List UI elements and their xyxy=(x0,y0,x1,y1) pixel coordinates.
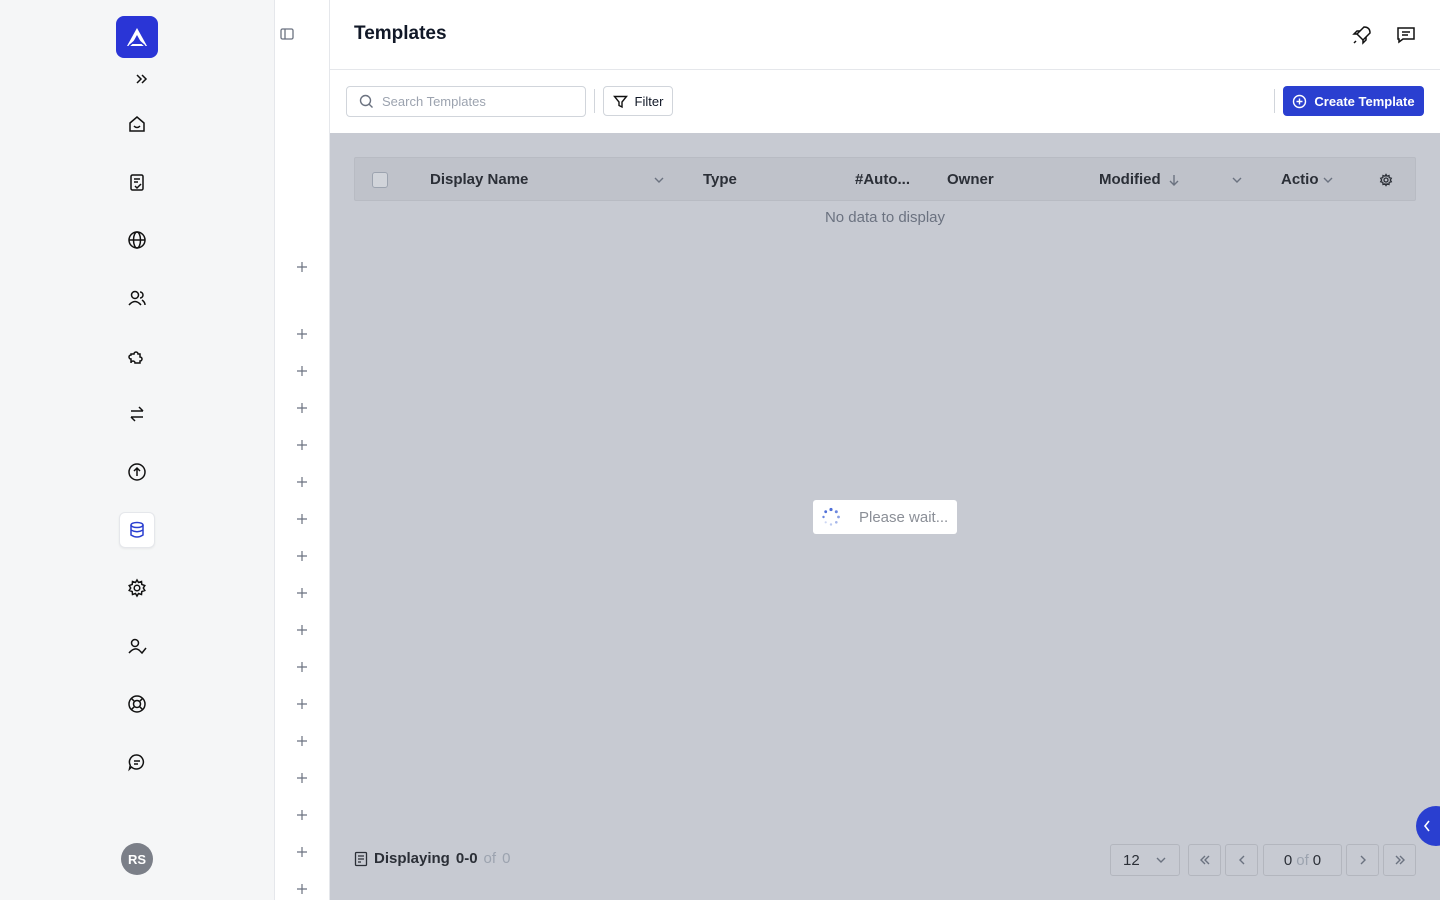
add-icon[interactable] xyxy=(293,399,311,417)
expand-rail-icon[interactable] xyxy=(130,68,152,90)
sort-down-icon[interactable] xyxy=(1168,173,1180,187)
search-box[interactable] xyxy=(346,86,586,117)
table-header: Display Name Type #Auto... Owner Modifie… xyxy=(354,157,1416,201)
add-icon[interactable] xyxy=(293,510,311,528)
next-page-button[interactable] xyxy=(1346,844,1379,876)
loading-indicator: Please wait... xyxy=(813,500,957,534)
content-area: Display Name Type #Auto... Owner Modifie… xyxy=(330,133,1440,900)
displaying-of: of xyxy=(483,850,497,867)
column-owner[interactable]: Owner xyxy=(947,171,994,188)
add-icon[interactable] xyxy=(293,547,311,565)
plus-circle-icon xyxy=(1293,94,1307,108)
prev-page-button[interactable] xyxy=(1225,844,1258,876)
add-icon[interactable] xyxy=(293,732,311,750)
displaying-info: Displaying 0-0 of 0 xyxy=(354,850,510,867)
displaying-range: 0-0 xyxy=(455,850,478,867)
create-template-button[interactable]: Create Template xyxy=(1283,86,1424,116)
displaying-total: 0 xyxy=(502,850,511,867)
divider xyxy=(594,89,595,113)
filter-label: Filter xyxy=(634,93,664,109)
app-logo[interactable] xyxy=(116,16,158,58)
add-icon[interactable] xyxy=(293,258,311,276)
add-icon[interactable] xyxy=(293,325,311,343)
settings-icon[interactable] xyxy=(119,570,155,606)
add-icon[interactable] xyxy=(293,436,311,454)
search-input[interactable] xyxy=(382,94,572,109)
page-total: 0 xyxy=(1312,851,1322,869)
create-template-label: Create Template xyxy=(1314,93,1415,109)
add-icon[interactable] xyxy=(293,621,311,639)
column-settings-icon[interactable] xyxy=(1379,173,1393,187)
page-header: Templates xyxy=(330,0,1440,70)
chevron-left-icon xyxy=(1238,855,1244,865)
filter-button[interactable]: Filter xyxy=(603,86,673,116)
page-size-select[interactable]: 12 xyxy=(1110,844,1180,876)
chevron-left-icon xyxy=(1423,820,1430,832)
divider xyxy=(1274,89,1275,113)
column-auto[interactable]: #Auto... xyxy=(855,171,910,188)
empty-state-text: No data to display xyxy=(824,209,946,226)
tasks-icon[interactable] xyxy=(119,164,155,200)
search-icon xyxy=(359,94,373,108)
upload-icon[interactable] xyxy=(119,454,155,490)
add-icon[interactable] xyxy=(293,584,311,602)
spinner-icon xyxy=(822,507,840,526)
column-display-name[interactable]: Display Name xyxy=(430,171,528,188)
chevron-down-icon[interactable] xyxy=(1231,175,1243,185)
page-indicator: 0 of 0 xyxy=(1263,844,1342,876)
messages-icon[interactable] xyxy=(1394,23,1418,47)
page-title: Templates xyxy=(354,23,447,44)
last-page-button[interactable] xyxy=(1383,844,1416,876)
loading-text: Please wait... xyxy=(859,508,949,526)
column-actions[interactable]: Actio xyxy=(1281,171,1319,188)
globe-icon[interactable] xyxy=(119,222,155,258)
chevron-down-icon xyxy=(1156,857,1166,863)
add-icon[interactable] xyxy=(293,880,311,898)
first-page-button[interactable] xyxy=(1188,844,1221,876)
puzzle-icon[interactable] xyxy=(119,338,155,374)
chat-icon[interactable] xyxy=(119,744,155,780)
user-check-icon[interactable] xyxy=(119,628,155,664)
rocket-icon[interactable] xyxy=(1350,23,1374,47)
add-icon[interactable] xyxy=(293,362,311,380)
toolbar: Filter Create Template xyxy=(330,70,1440,133)
left-rail: RS xyxy=(0,0,275,900)
page-size-value: 12 xyxy=(1123,851,1140,869)
column-type[interactable]: Type xyxy=(703,171,737,188)
database-icon[interactable] xyxy=(119,512,155,548)
add-icon[interactable] xyxy=(293,658,311,676)
user-avatar[interactable]: RS xyxy=(121,843,153,875)
chevron-right-icon xyxy=(1360,855,1366,865)
chevron-down-icon[interactable] xyxy=(653,175,665,185)
users-icon[interactable] xyxy=(119,280,155,316)
panel-toggle-icon[interactable] xyxy=(278,24,296,44)
column-modified[interactable]: Modified xyxy=(1099,171,1161,188)
add-icon[interactable] xyxy=(293,695,311,713)
document-icon xyxy=(354,851,368,866)
chevrons-right-icon xyxy=(1395,855,1405,865)
page-of: of xyxy=(1296,851,1309,869)
transfer-icon[interactable] xyxy=(119,396,155,432)
add-icon[interactable] xyxy=(293,843,311,861)
displaying-label: Displaying xyxy=(374,850,450,867)
add-icon[interactable] xyxy=(293,769,311,787)
chevron-down-icon[interactable] xyxy=(1322,175,1334,185)
chevrons-left-icon xyxy=(1199,855,1209,865)
add-icon[interactable] xyxy=(293,473,311,491)
filter-icon xyxy=(612,95,628,108)
home-icon[interactable] xyxy=(119,106,155,142)
add-icon[interactable] xyxy=(293,806,311,824)
support-icon[interactable] xyxy=(119,686,155,722)
select-all-checkbox[interactable] xyxy=(372,172,388,188)
page-current: 0 xyxy=(1283,851,1293,869)
